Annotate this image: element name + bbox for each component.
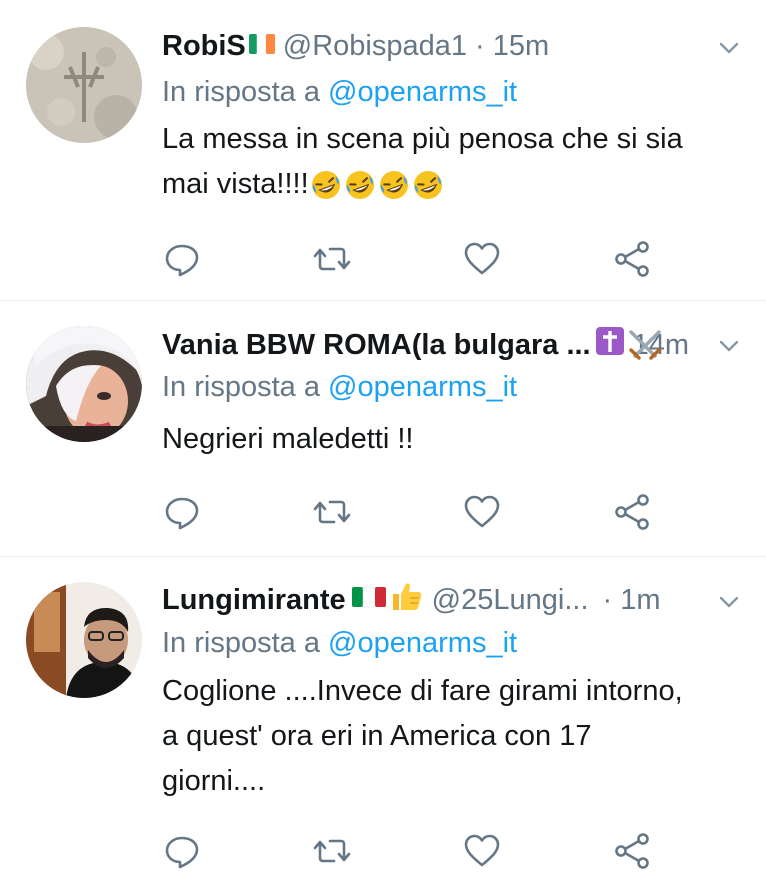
heart-icon[interactable]: [462, 831, 502, 871]
retweet-icon[interactable]: [312, 239, 352, 279]
tweet-1[interactable]: RobiS @Robispada1 · 15m In risposta a @o…: [0, 0, 766, 300]
reply-mention-link[interactable]: @openarms_it: [328, 627, 517, 659]
reply-icon[interactable]: [162, 492, 202, 532]
tweet-header: Vania BBW ROMA(la bulgara ... 14m: [162, 325, 689, 365]
timestamp[interactable]: · 1m: [603, 584, 661, 617]
chevron-down-icon[interactable]: [718, 591, 740, 613]
share-icon[interactable]: [612, 492, 652, 532]
avatar[interactable]: [26, 326, 142, 442]
display-name[interactable]: Vania BBW ROMA(la bulgara ...: [162, 329, 591, 362]
tweet-text-line: Negrieri maledetti !!: [162, 423, 414, 455]
avatar[interactable]: [26, 582, 142, 698]
reply-icon[interactable]: [162, 239, 202, 279]
display-name[interactable]: Lungimirante: [162, 584, 346, 617]
share-icon[interactable]: [612, 831, 652, 871]
reply-context: In risposta a @openarms_it: [162, 371, 517, 404]
tweet-text-line: La messa in scena più penosa che si sia: [162, 123, 683, 155]
heart-icon[interactable]: [462, 239, 502, 279]
tweet-header: Lungimirante @25Lungi... · 1m: [162, 580, 661, 620]
tweet-2[interactable]: Vania BBW ROMA(la bulgara ... 14m In ris…: [0, 301, 766, 557]
rolling-laughing-icon: [377, 168, 411, 202]
tweet-actions: [160, 239, 660, 279]
reply-mention-link[interactable]: @openarms_it: [328, 371, 517, 403]
user-handle[interactable]: @Robispada1: [283, 30, 467, 63]
tweet-actions: [160, 831, 660, 871]
reply-mention-link[interactable]: @openarms_it: [328, 76, 517, 108]
retweet-icon[interactable]: [312, 492, 352, 532]
share-icon[interactable]: [612, 239, 652, 279]
tweet-header: RobiS @Robispada1 · 15m: [162, 26, 549, 66]
rolling-laughing-icon: [411, 168, 445, 202]
chevron-down-icon[interactable]: [718, 37, 740, 59]
timestamp-wrap: 14m: [625, 328, 689, 362]
tweet-text-line: mai vista!!!!: [162, 168, 309, 200]
tweet-text-line-with-emoji: mai vista!!!!: [162, 162, 742, 207]
latin-cross-icon: [595, 326, 625, 364]
rolling-laughing-icon: [343, 168, 377, 202]
reply-context: In risposta a @openarms_it: [162, 76, 517, 109]
italy-flag-icon: [351, 584, 386, 617]
reply-prefix: In risposta a: [162, 76, 320, 108]
crossed-swords-icon: [628, 330, 661, 360]
timestamp[interactable]: · 15m: [475, 30, 549, 63]
reply-context: In risposta a @openarms_it: [162, 627, 517, 660]
tweet-text: Negrieri maledetti !!: [162, 417, 742, 462]
thumbs-up-icon: [390, 579, 424, 621]
tweet-text: Coglione ....Invece di fare girami intor…: [162, 669, 742, 804]
reply-icon[interactable]: [162, 831, 202, 871]
tweet-3[interactable]: Lungimirante @25Lungi... · 1m In rispost…: [0, 557, 766, 884]
ireland-flag-icon: [248, 30, 275, 63]
user-handle[interactable]: @25Lungi...: [432, 584, 589, 617]
reply-prefix: In risposta a: [162, 371, 320, 403]
tweet-text-line: a quest' ora eri in America con 17: [162, 720, 592, 752]
tweet-text-line: giorni....: [162, 765, 266, 797]
reply-prefix: In risposta a: [162, 627, 320, 659]
display-name[interactable]: RobiS: [162, 30, 246, 63]
retweet-icon[interactable]: [312, 831, 352, 871]
tweet-actions: [160, 492, 660, 532]
avatar[interactable]: [26, 27, 142, 143]
rolling-laughing-icon: [309, 168, 343, 202]
tweet-text-line: Coglione ....Invece di fare girami intor…: [162, 675, 683, 707]
tweet-text: La messa in scena più penosa che si sia …: [162, 117, 742, 207]
chevron-down-icon[interactable]: [718, 335, 740, 357]
heart-icon[interactable]: [462, 492, 502, 532]
